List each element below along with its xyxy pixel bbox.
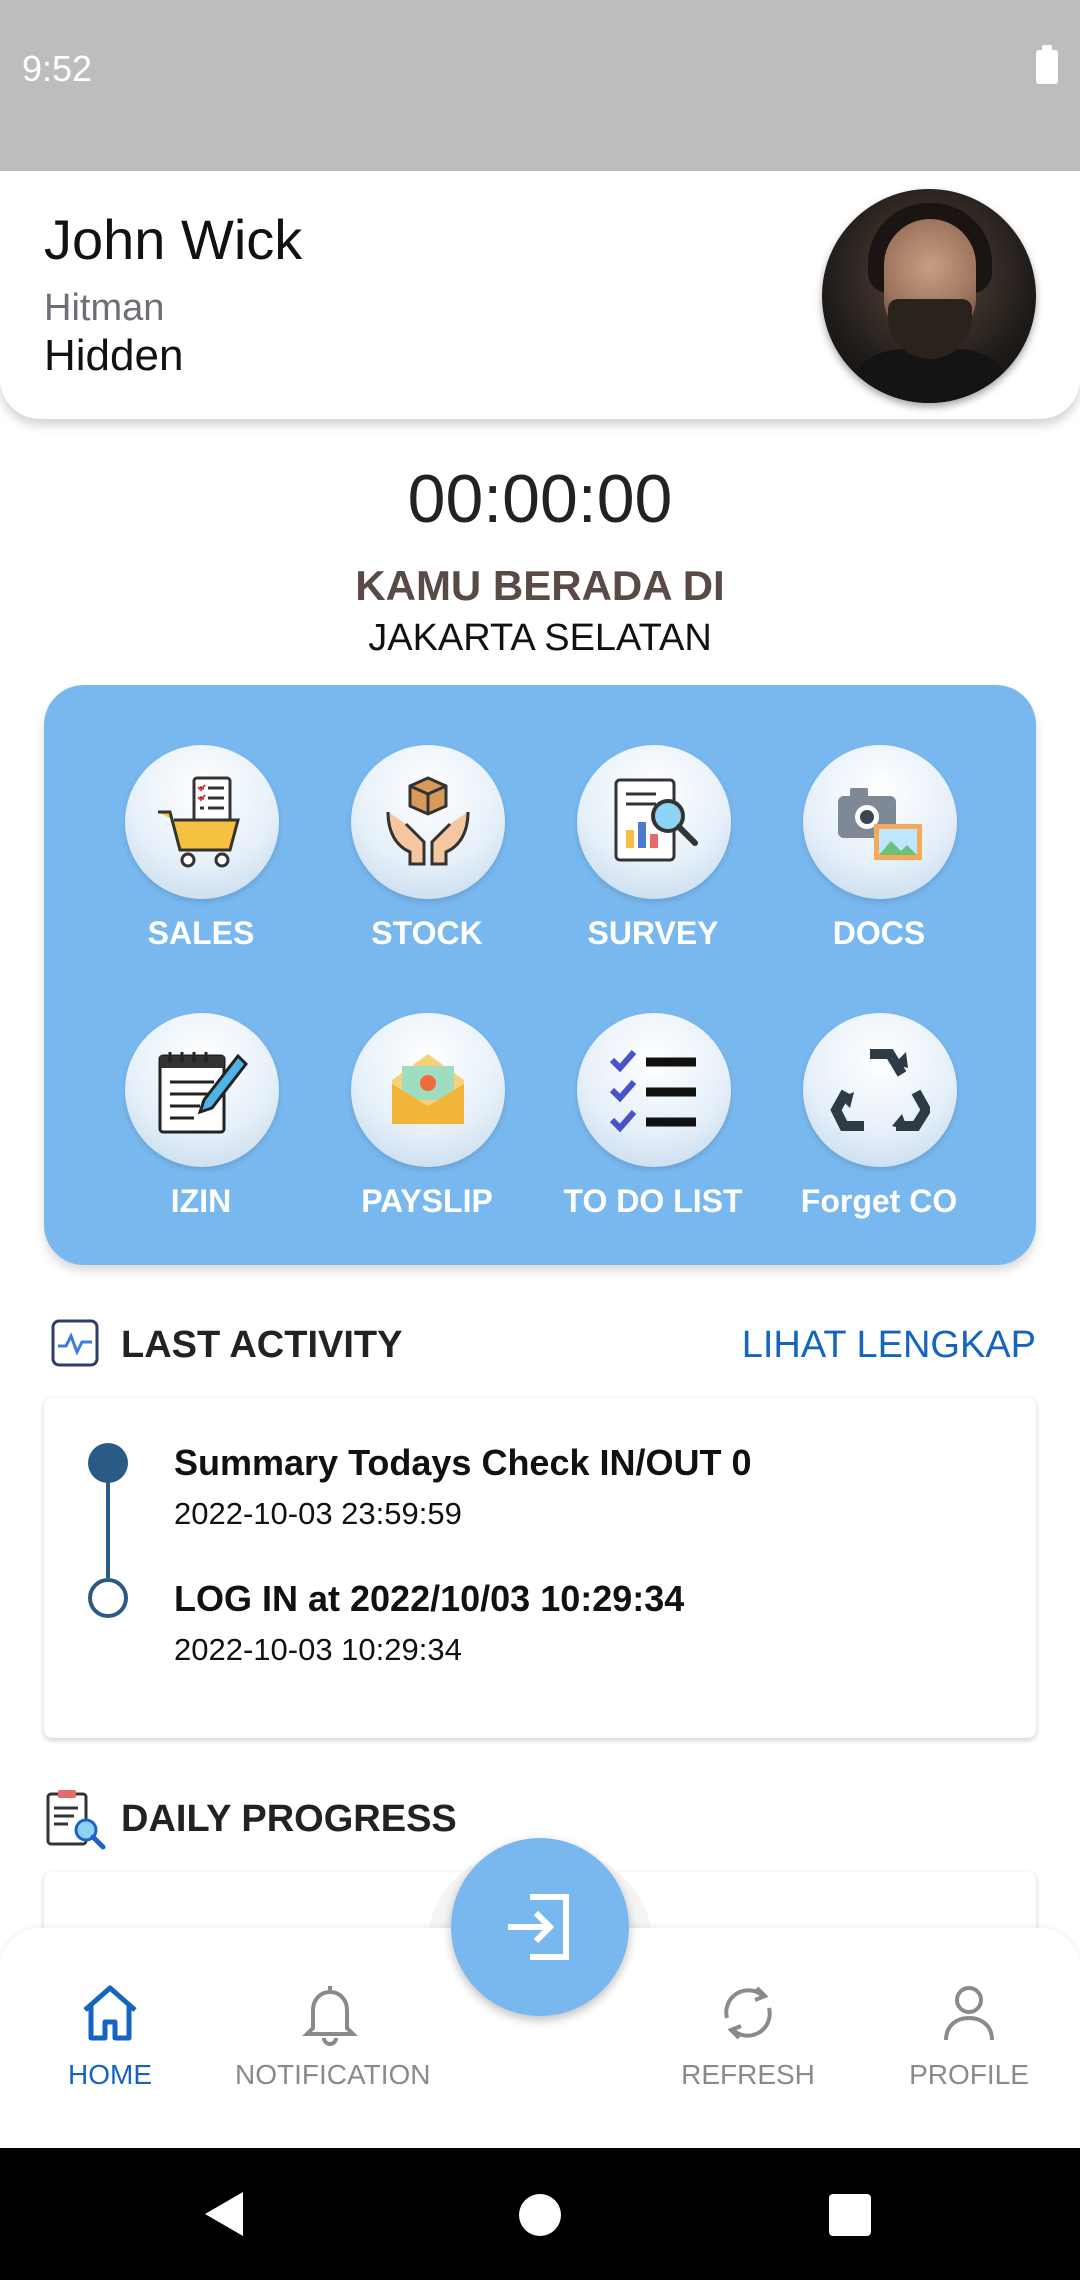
back-icon[interactable] bbox=[205, 2192, 243, 2236]
nav-label: REFRESH bbox=[681, 2059, 815, 2090]
activity-title: Summary Todays Check IN/OUT 0 bbox=[174, 1442, 752, 1483]
status-time: 9:52 bbox=[22, 48, 93, 89]
nav-label: HOME bbox=[68, 2059, 152, 2090]
recent-apps-icon[interactable] bbox=[829, 2194, 871, 2236]
menu-label: TO DO LIST bbox=[563, 1183, 743, 1219]
system-nav-bar bbox=[0, 2148, 1080, 2280]
nav-label: NOTIFICATION bbox=[235, 2059, 431, 2090]
profile-location: Hidden bbox=[44, 331, 184, 380]
home-screen: 9:52 John Wick Hitman Hidden 00:00:00 KA… bbox=[0, 0, 1080, 2280]
work-timer: 00:00:00 bbox=[407, 461, 673, 537]
profile-header: John Wick Hitman Hidden bbox=[0, 171, 1080, 419]
menu-survey[interactable]: SURVEY bbox=[553, 685, 753, 951]
menu-sales[interactable]: SALES bbox=[101, 685, 301, 951]
menu-docs[interactable]: DOCS bbox=[779, 685, 979, 951]
envelope-money-icon bbox=[392, 1054, 464, 1124]
menu-label: SALES bbox=[147, 915, 255, 951]
last-activity-header: LAST ACTIVITY LIHAT LENGKAP bbox=[44, 1312, 1036, 1372]
timeline-dot bbox=[88, 1578, 128, 1618]
clipboard-search-icon bbox=[46, 1790, 106, 1850]
location-heading: KAMU BERADA DI bbox=[355, 562, 725, 609]
avatar[interactable] bbox=[822, 189, 1036, 403]
person-icon bbox=[944, 1986, 994, 2041]
activity-pulse-icon bbox=[51, 1319, 99, 1367]
home-circle-icon[interactable] bbox=[519, 2194, 561, 2236]
nav-refresh[interactable]: REFRESH bbox=[653, 1978, 843, 2091]
location-city: JAKARTA SELATAN bbox=[368, 617, 712, 659]
last-activity-title: LAST ACTIVITY bbox=[121, 1324, 403, 1366]
refresh-icon bbox=[724, 1986, 772, 2040]
daily-progress-header: DAILY PROGRESS bbox=[44, 1786, 1036, 1850]
profile-role: Hitman bbox=[44, 287, 165, 329]
nav-profile[interactable]: PROFILE bbox=[874, 1978, 1064, 2091]
menu-label: STOCK bbox=[371, 915, 483, 951]
activity-time: 2022-10-03 23:59:59 bbox=[174, 1496, 462, 1531]
survey-report-icon bbox=[614, 778, 698, 862]
activity-timeline: Summary Todays Check IN/OUT 0 2022-10-03… bbox=[44, 1398, 1036, 1738]
menu-label: DOCS bbox=[832, 915, 926, 951]
activity-title: LOG IN at 2022/10/03 10:29:34 bbox=[174, 1578, 685, 1619]
daily-progress-title: DAILY PROGRESS bbox=[121, 1798, 457, 1840]
box-hands-icon bbox=[386, 776, 470, 866]
menu-label: PAYSLIP bbox=[361, 1183, 493, 1219]
login-icon bbox=[508, 1894, 569, 1960]
menu-izin[interactable]: IZIN bbox=[101, 953, 301, 1219]
menu-todo-list[interactable]: TO DO LIST bbox=[553, 953, 753, 1219]
battery-icon bbox=[1036, 45, 1058, 84]
menu-payslip[interactable]: PAYSLIP bbox=[327, 953, 527, 1219]
nav-label: PROFILE bbox=[909, 2059, 1029, 2090]
menu-stock[interactable]: STOCK bbox=[327, 685, 527, 951]
menu-grid: SALES STOCK SURVEY DOCS IZIN PAYSLIP TO … bbox=[44, 685, 1036, 1265]
home-icon bbox=[83, 1985, 137, 2041]
bell-icon bbox=[302, 1986, 358, 2046]
checklist-icon bbox=[609, 1050, 696, 1133]
status-bar: 9:52 bbox=[0, 0, 1080, 171]
check-in-button[interactable] bbox=[451, 1838, 629, 2016]
menu-label: IZIN bbox=[170, 1183, 232, 1219]
timeline-line bbox=[106, 1480, 110, 1578]
see-all-link[interactable]: LIHAT LENGKAP bbox=[742, 1324, 1036, 1367]
profile-name: John Wick bbox=[44, 208, 303, 271]
menu-label: Forget CO bbox=[800, 1183, 958, 1219]
shopping-cart-icon bbox=[158, 776, 240, 868]
timeline-dot bbox=[88, 1443, 128, 1483]
nav-notification[interactable]: NOTIFICATION bbox=[235, 1978, 431, 2091]
nav-home[interactable]: HOME bbox=[15, 1978, 205, 2091]
menu-forget-co[interactable]: Forget CO bbox=[779, 953, 979, 1219]
camera-photo-icon bbox=[838, 788, 922, 860]
activity-time: 2022-10-03 10:29:34 bbox=[174, 1632, 462, 1667]
notepad-pencil-icon bbox=[158, 1052, 248, 1134]
recycle-icon bbox=[830, 1049, 930, 1131]
menu-label: SURVEY bbox=[587, 915, 719, 951]
